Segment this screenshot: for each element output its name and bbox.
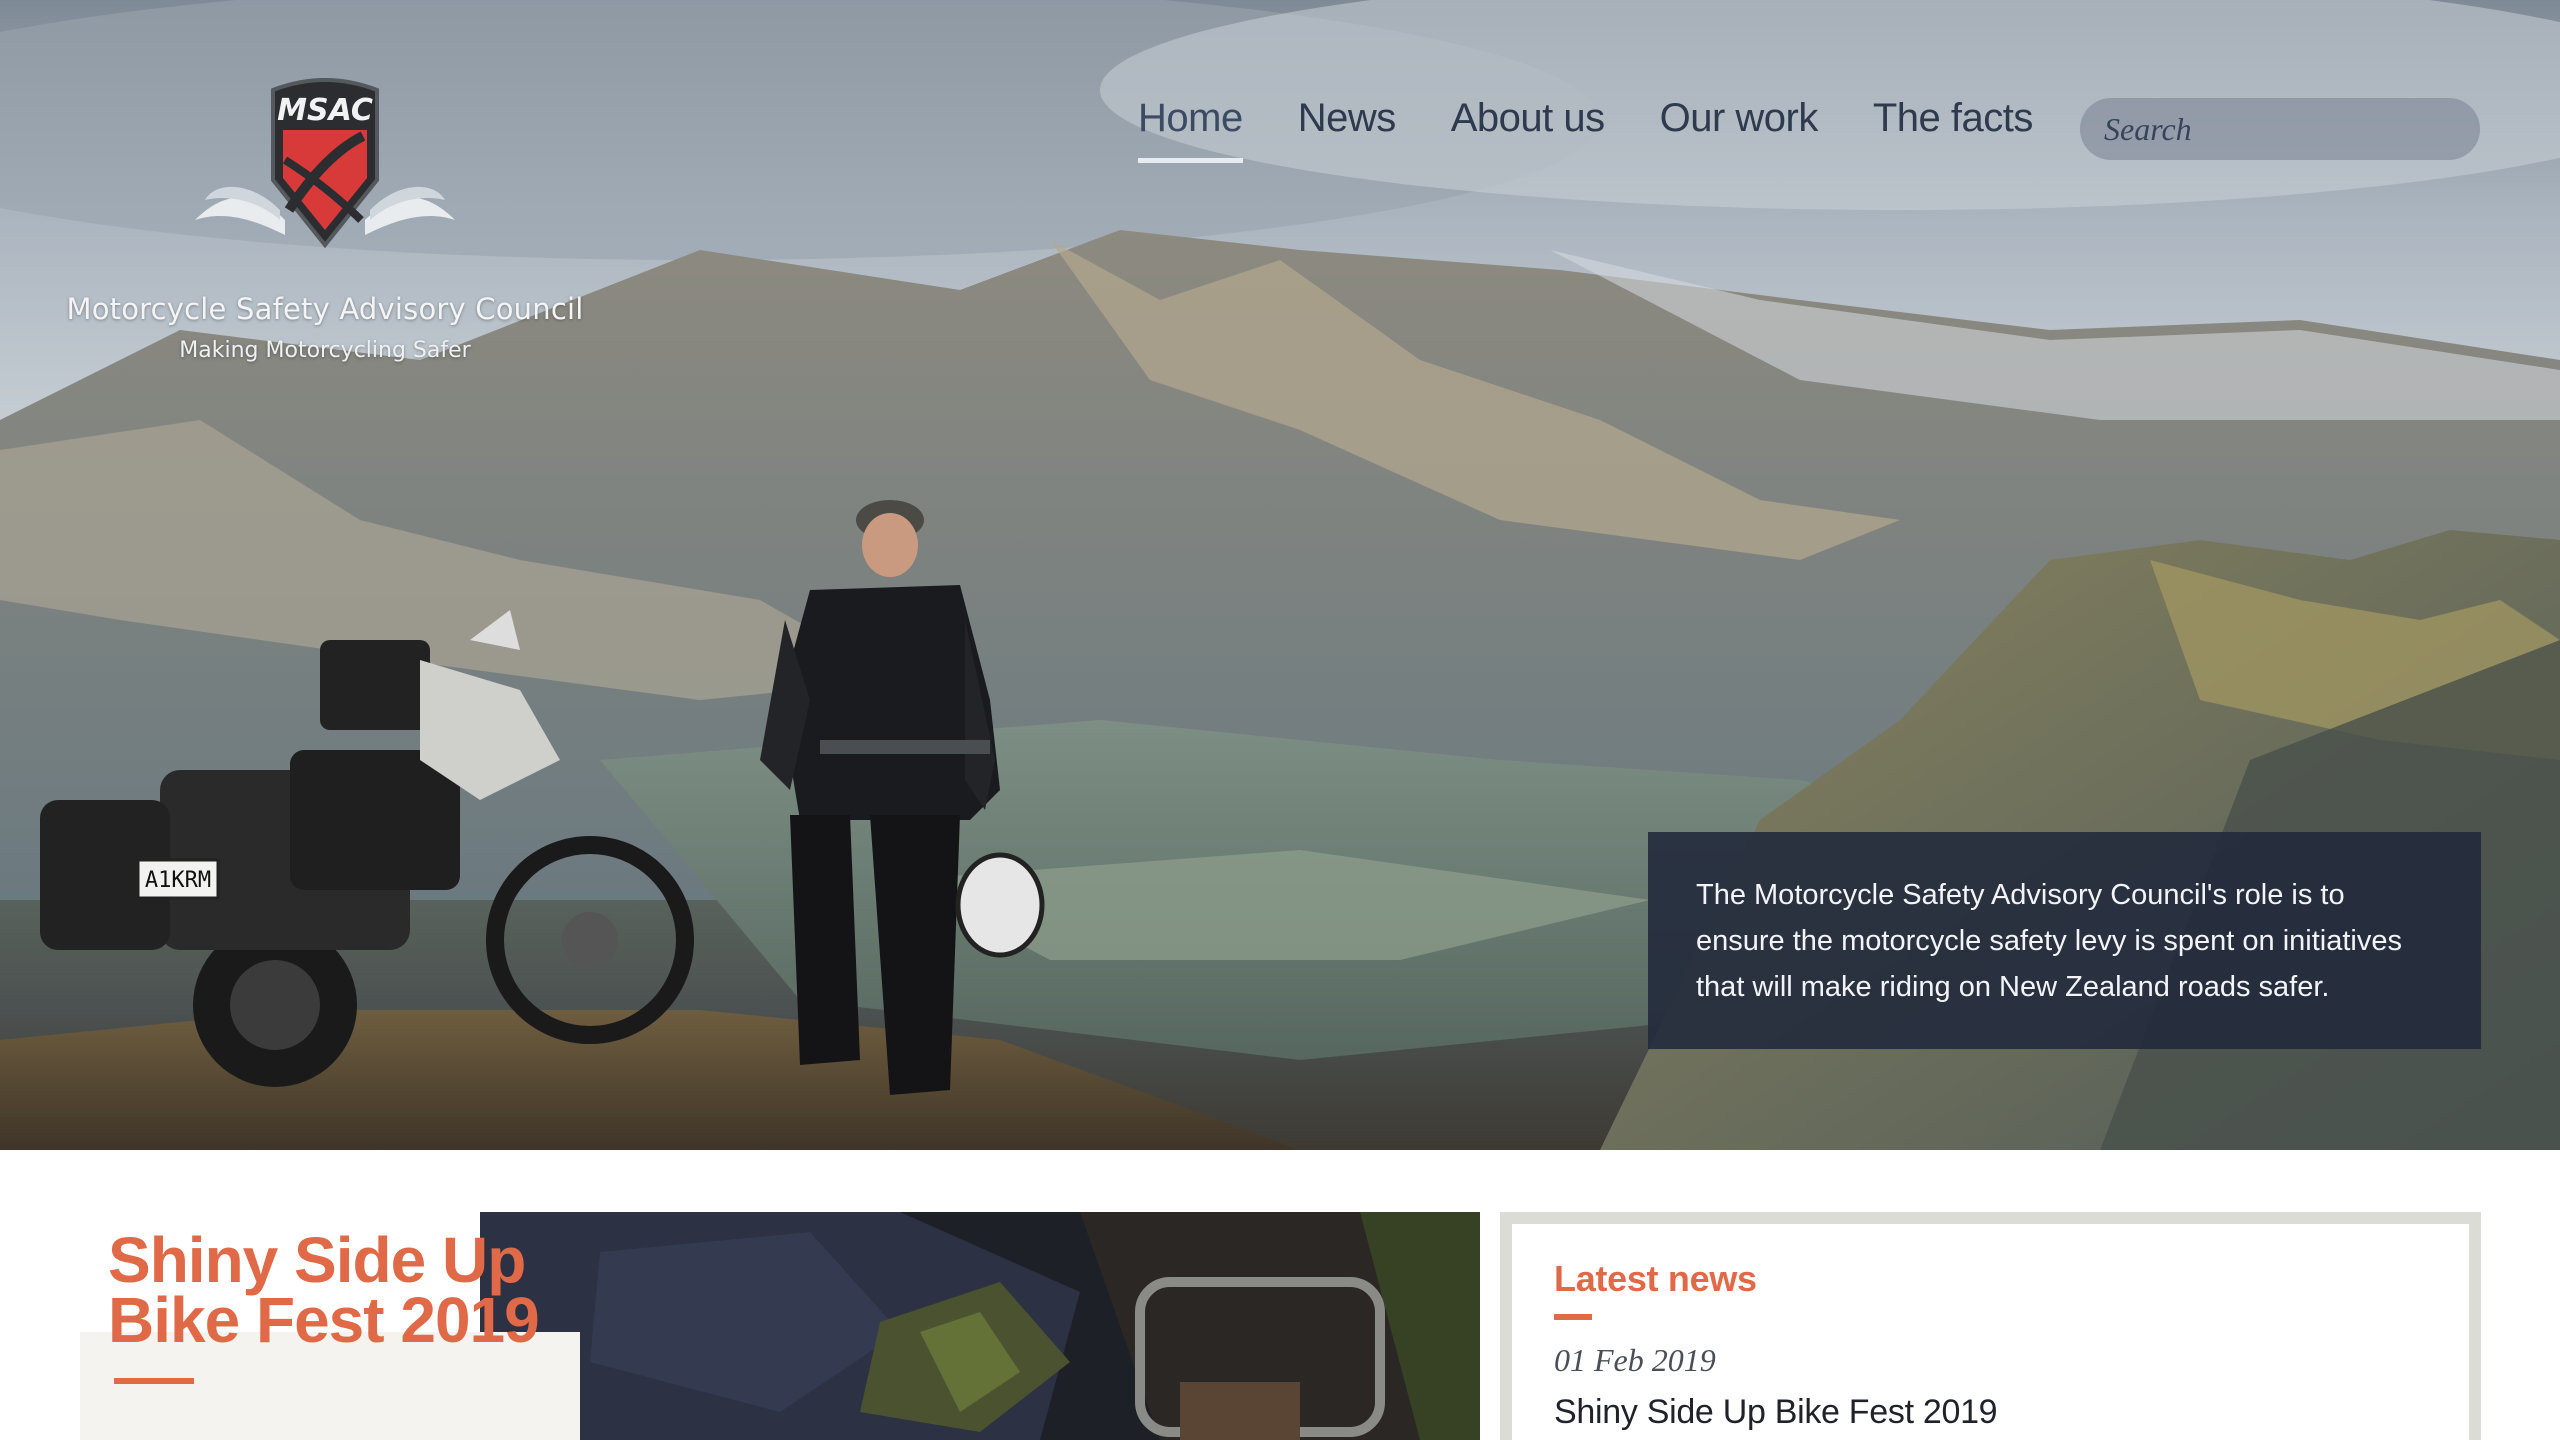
org-tagline: Making Motorcycling Safer bbox=[179, 338, 471, 363]
svg-text:A1KRM: A1KRM bbox=[145, 868, 211, 893]
news-item-date: 01 Feb 2019 bbox=[1554, 1342, 1716, 1378]
hero-banner: A1KRM MSAC Motorcycle Safety Advisory Co… bbox=[0, 0, 2560, 1150]
feature-title[interactable]: Shiny Side Up Bike Fest 2019 bbox=[108, 1228, 628, 1352]
latest-news-panel: Latest news 01 Feb 2019 Shiny Side Up Bi… bbox=[1500, 1212, 2481, 1440]
nav-news[interactable]: News bbox=[1298, 96, 1397, 166]
feature-title-underline bbox=[114, 1378, 194, 1384]
msac-shield-logo: MSAC bbox=[185, 70, 465, 270]
org-name: Motorcycle Safety Advisory Council bbox=[66, 292, 584, 326]
search-input[interactable] bbox=[2104, 110, 2489, 148]
nav-the-facts[interactable]: The facts bbox=[1873, 96, 2034, 166]
svg-text:MSAC: MSAC bbox=[277, 93, 373, 128]
site-logo[interactable]: MSAC Motorcycle Safety Advisory Council … bbox=[60, 60, 590, 380]
latest-news-underline bbox=[1554, 1314, 1592, 1320]
search-bar bbox=[2080, 98, 2489, 160]
feature-image[interactable] bbox=[480, 1212, 1480, 1440]
latest-news-heading: Latest news bbox=[1554, 1258, 1757, 1299]
intro-text-box: The Motorcycle Safety Advisory Council's… bbox=[1648, 832, 2481, 1049]
main-nav: Home News About us Our work The facts bbox=[1138, 96, 2088, 166]
nav-our-work[interactable]: Our work bbox=[1660, 96, 1819, 166]
news-item-title[interactable]: Shiny Side Up Bike Fest 2019 bbox=[1554, 1393, 2427, 1432]
nav-home[interactable]: Home bbox=[1138, 96, 1243, 166]
nav-about-us[interactable]: About us bbox=[1451, 96, 1605, 166]
